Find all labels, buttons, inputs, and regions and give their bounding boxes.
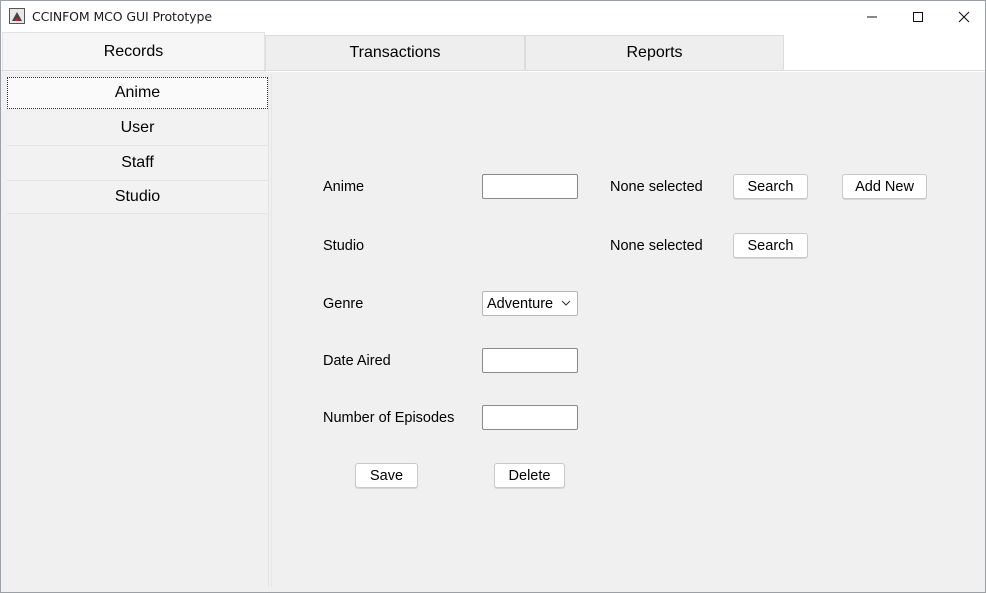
- minimize-button[interactable]: [849, 1, 895, 32]
- maximize-icon: [913, 11, 923, 22]
- sidebar-item-anime[interactable]: Anime: [7, 77, 268, 109]
- episodes-label: Number of Episodes: [323, 410, 455, 426]
- tab-divider: [1, 70, 985, 71]
- anime-label: Anime: [323, 179, 365, 195]
- sidebar-item-user[interactable]: User: [7, 111, 268, 146]
- anime-form-panel: Anime None selected Search Add New Studi…: [271, 74, 985, 587]
- sidebar-item-staff[interactable]: Staff: [7, 146, 268, 181]
- java-app-icon: [9, 8, 25, 24]
- tab-records[interactable]: Records: [2, 32, 265, 72]
- tab-transactions[interactable]: Transactions: [265, 35, 525, 70]
- genre-label: Genre: [323, 296, 364, 312]
- date-aired-input[interactable]: [482, 348, 578, 373]
- anime-selection-status: None selected: [610, 179, 703, 195]
- studio-search-button[interactable]: Search: [733, 233, 808, 258]
- close-button[interactable]: [941, 1, 985, 32]
- studio-label: Studio: [323, 238, 365, 254]
- delete-button[interactable]: Delete: [494, 463, 565, 488]
- maximize-button[interactable]: [895, 1, 941, 32]
- window-title: CCINFOM MCO GUI Prototype: [32, 9, 212, 24]
- genre-select[interactable]: Adventure: [482, 291, 578, 316]
- genre-selected-value: Adventure: [487, 295, 554, 312]
- save-button[interactable]: Save: [355, 463, 418, 488]
- studio-selection-status: None selected: [610, 238, 703, 254]
- chevron-down-icon: [561, 300, 571, 306]
- minimize-icon: [867, 16, 877, 17]
- anime-search-button[interactable]: Search: [733, 174, 808, 199]
- title-bar: CCINFOM MCO GUI Prototype: [1, 1, 985, 32]
- tab-reports[interactable]: Reports: [525, 35, 784, 70]
- date-aired-label: Date Aired: [323, 353, 391, 369]
- close-icon: [958, 11, 970, 22]
- app-window: CCINFOM MCO GUI Prototype Records Transa…: [0, 0, 986, 593]
- anime-input[interactable]: [482, 174, 578, 199]
- tab-strip: Records Transactions Reports: [1, 32, 985, 72]
- records-sidebar: Anime User Staff Studio: [7, 76, 269, 587]
- episodes-input[interactable]: [482, 405, 578, 430]
- add-new-button[interactable]: Add New: [842, 174, 927, 199]
- sidebar-item-studio[interactable]: Studio: [7, 181, 268, 214]
